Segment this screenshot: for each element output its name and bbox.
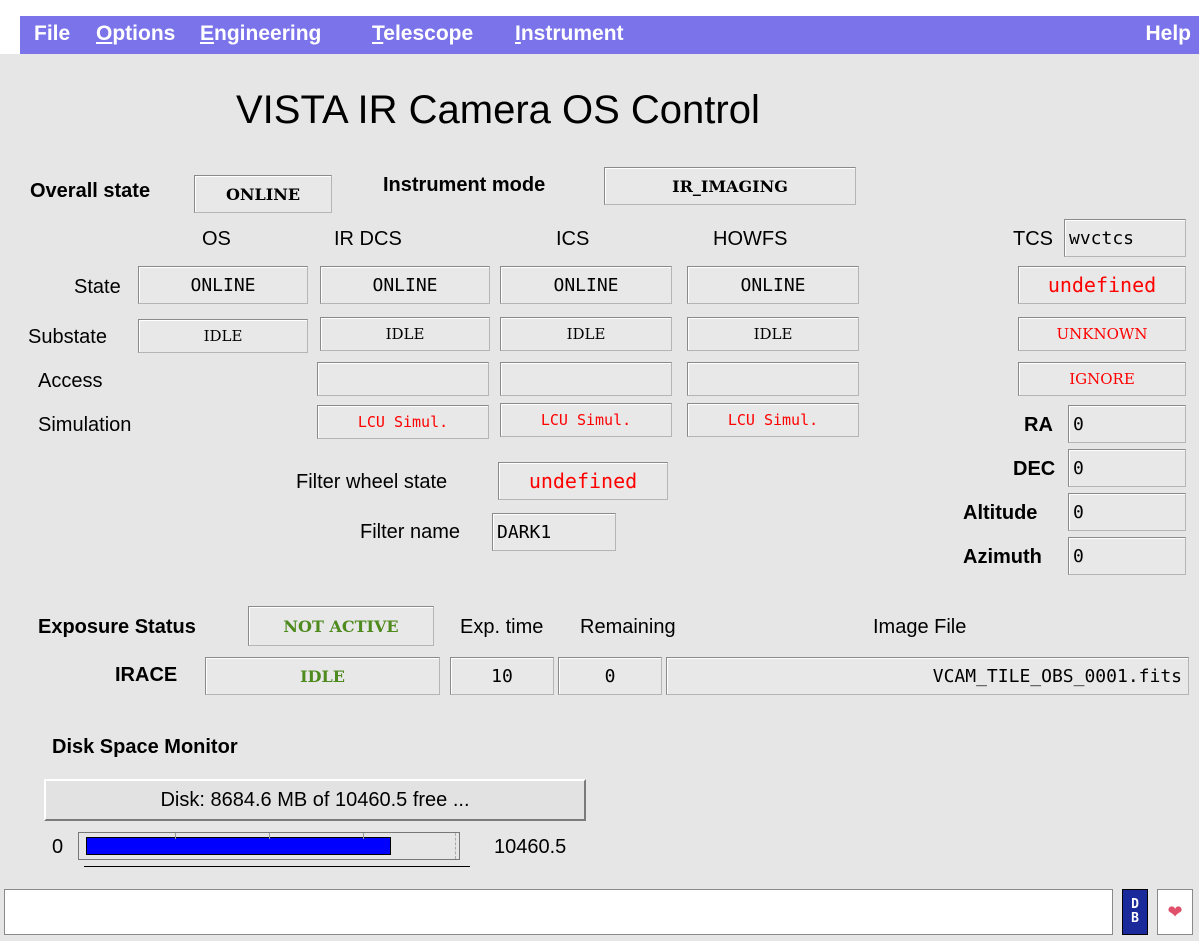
- sim-ics-field: LCU Simul.: [500, 403, 672, 437]
- filter-wheel-label: Filter wheel state: [296, 471, 448, 493]
- col-header-os: OS: [202, 228, 231, 250]
- disk-free-bar: [86, 837, 391, 855]
- disk-max-label: 10460.5: [494, 836, 567, 858]
- irace-state-field: IDLE: [205, 657, 440, 695]
- overall-state-field: ONLINE: [194, 175, 332, 213]
- col-header-howfs: HOWFS: [713, 228, 788, 250]
- substate-howfs-field: IDLE: [687, 317, 859, 351]
- db-icon[interactable]: D B: [1122, 889, 1148, 935]
- row-label-state: State: [74, 276, 121, 298]
- substate-irdcs-field: IDLE: [320, 317, 490, 351]
- state-irdcs-field: ONLINE: [320, 266, 490, 304]
- disk-scale-tick: [363, 833, 364, 839]
- disk-status-button[interactable]: Disk: 8684.6 MB of 10460.5 free ...: [44, 779, 586, 821]
- menu-help[interactable]: Help: [1145, 22, 1191, 46]
- dec-field: 0: [1068, 449, 1186, 487]
- filter-name-label: Filter name: [360, 521, 461, 543]
- disk-monitor-title: Disk Space Monitor: [52, 736, 238, 758]
- access-howfs-field: [687, 362, 859, 396]
- tcs-field: wvctcs: [1064, 219, 1186, 257]
- heart-icon[interactable]: ❤: [1157, 889, 1193, 935]
- menu-telescope[interactable]: Telescope: [372, 22, 473, 46]
- dec-label: DEC: [1013, 458, 1056, 480]
- access-irdcs-field: [317, 362, 489, 396]
- filter-name-field: DARK1: [492, 513, 616, 551]
- menu-instrument[interactable]: Instrument: [515, 22, 624, 46]
- db-icon-b: B: [1131, 911, 1139, 926]
- disk-scale-tick: [269, 833, 270, 839]
- ra-field: 0: [1068, 405, 1186, 443]
- filter-wheel-field: undefined: [498, 462, 668, 500]
- menu-bar-container: File Options Engineering Telescope Instr…: [0, 0, 1199, 54]
- col-header-ics: ICS: [556, 228, 590, 250]
- exposure-status-field: NOT ACTIVE: [248, 606, 434, 646]
- irace-label: IRACE: [115, 664, 178, 686]
- image-file-field: VCAM_TILE_OBS_0001.fits: [666, 657, 1189, 695]
- row-label-simulation: Simulation: [38, 414, 132, 436]
- row-label-access: Access: [38, 370, 103, 392]
- state-ics-field: ONLINE: [500, 266, 672, 304]
- instrument-mode-label: Instrument mode: [383, 174, 546, 196]
- overall-state-label: Overall state: [30, 180, 151, 202]
- exp-time-field: 10: [450, 657, 554, 695]
- ra-label: RA: [1024, 414, 1053, 436]
- state-howfs-field: ONLINE: [687, 266, 859, 304]
- substate-tcs-field: UNKNOWN: [1018, 317, 1186, 351]
- state-os-field: ONLINE: [138, 266, 308, 304]
- menu-bar: File Options Engineering Telescope Instr…: [20, 16, 1199, 54]
- substate-ics-field: IDLE: [500, 317, 672, 351]
- page-title: VISTA IR Camera OS Control: [236, 88, 760, 132]
- menu-engineering[interactable]: Engineering: [200, 22, 321, 46]
- azimuth-field: 0: [1068, 537, 1186, 575]
- exposure-status-label: Exposure Status: [38, 616, 196, 638]
- altitude-field: 0: [1068, 493, 1186, 531]
- disk-scale-tick: [175, 833, 176, 839]
- substate-os-field: IDLE: [138, 319, 308, 353]
- row-label-substate: Substate: [28, 326, 107, 348]
- sim-irdcs-field: LCU Simul.: [317, 405, 489, 439]
- state-tcs-field: undefined: [1018, 266, 1186, 304]
- status-message-field[interactable]: [4, 889, 1113, 935]
- tcs-label: TCS: [1013, 228, 1053, 250]
- instrument-mode-field: IR_IMAGING: [604, 167, 856, 205]
- exp-time-label: Exp. time: [460, 616, 544, 638]
- sim-howfs-field: LCU Simul.: [687, 403, 859, 437]
- disk-scale: [78, 832, 460, 860]
- image-file-label: Image File: [873, 616, 967, 638]
- col-header-irdcs: IR DCS: [334, 228, 402, 250]
- disk-min-label: 0: [52, 836, 64, 858]
- altitude-label: Altitude: [963, 502, 1038, 524]
- db-icon-d: D: [1131, 897, 1139, 912]
- disk-scale-underline: [84, 866, 470, 867]
- remaining-field: 0: [558, 657, 662, 695]
- access-ics-field: [500, 362, 672, 396]
- access-tcs-field: IGNORE: [1018, 362, 1186, 396]
- disk-scale-tick: [455, 833, 456, 859]
- menu-file[interactable]: File: [34, 22, 70, 46]
- azimuth-label: Azimuth: [963, 546, 1042, 568]
- remaining-label: Remaining: [580, 616, 676, 638]
- menu-options[interactable]: Options: [96, 22, 175, 46]
